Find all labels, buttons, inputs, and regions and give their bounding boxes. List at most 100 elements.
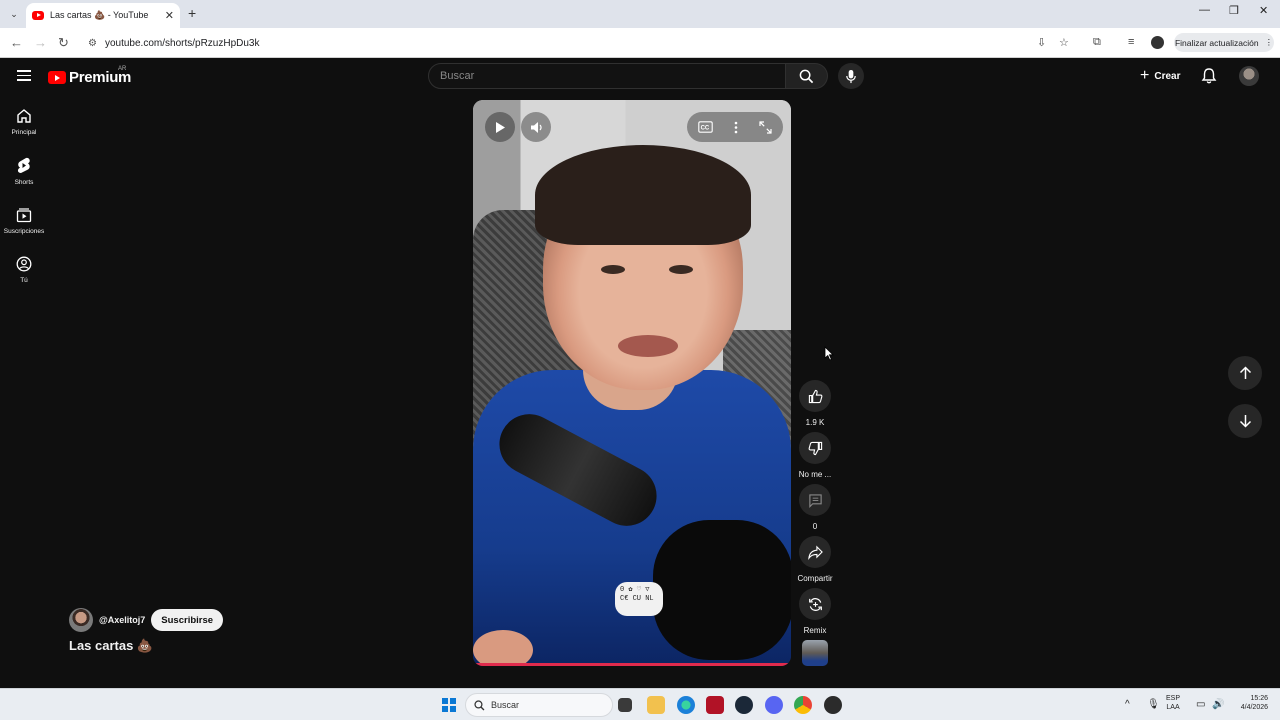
address-bar[interactable]: ⚙ youtube.com/shorts/pRzuzHpDu3k <box>82 32 1172 54</box>
window-close-icon[interactable]: ✕ <box>1259 4 1268 17</box>
profile-avatar[interactable] <box>1151 36 1164 49</box>
app-icon[interactable] <box>824 696 842 714</box>
update-label: Finalizar actualización <box>1174 37 1259 48</box>
remix-action[interactable]: Remix <box>798 588 832 635</box>
create-button[interactable]: + Crear <box>1134 65 1186 87</box>
sidebar-item-home[interactable]: Principal <box>0 108 48 136</box>
extensions-icon[interactable]: ⧉ <box>1093 36 1101 49</box>
network-icon[interactable]: ▭ <box>1196 698 1205 711</box>
voice-search-button[interactable] <box>838 63 864 89</box>
remix-button[interactable] <box>799 588 831 620</box>
show-hidden-icons-icon[interactable]: ^ <box>1125 698 1130 711</box>
finish-update-button[interactable]: Finalizar actualización ⋮ <box>1174 33 1274 52</box>
captions-icon[interactable]: CC <box>697 121 713 133</box>
sidebar-item-label: Suscripciones <box>3 228 45 235</box>
share-action[interactable]: Compartir <box>797 536 833 583</box>
clock[interactable]: 15:26 4/4/2026 <box>1232 694 1268 712</box>
file-explorer-icon[interactable] <box>647 696 665 714</box>
language-indicator[interactable]: ESP LAA <box>1166 694 1180 712</box>
like-button[interactable] <box>799 380 831 412</box>
comment-count: 0 <box>812 522 818 531</box>
thumbs-up-icon <box>808 389 822 403</box>
discord-icon[interactable] <box>765 696 783 714</box>
task-view-icon[interactable] <box>618 698 632 712</box>
audio-source-thumbnail[interactable] <box>802 640 828 666</box>
share-icon <box>807 545 823 560</box>
channel-avatar[interactable] <box>69 608 93 632</box>
subscribe-button[interactable]: Suscribirse <box>151 609 224 631</box>
share-button[interactable] <box>799 536 831 568</box>
edge-icon[interactable] <box>677 696 695 714</box>
youtube-favicon-icon <box>32 11 44 20</box>
account-avatar[interactable] <box>1239 66 1259 86</box>
site-info-icon[interactable]: ⚙ <box>88 38 97 49</box>
windows-start-icon[interactable] <box>440 696 458 714</box>
browser-tab-strip: ⌄ Las cartas 💩 - YouTube ✕ + — ❐ ✕ <box>0 0 1280 28</box>
video-title[interactable]: Las cartas 💩 <box>69 638 153 654</box>
sidebar-item-shorts[interactable]: Shorts <box>0 157 48 186</box>
search-input[interactable]: Buscar <box>428 63 786 89</box>
taskbar-search-label: Buscar <box>491 700 520 710</box>
fullscreen-icon[interactable] <box>759 120 772 134</box>
search-button[interactable] <box>786 63 828 89</box>
reading-list-icon[interactable]: ≡ <box>1128 36 1134 48</box>
create-label: Crear <box>1154 70 1181 82</box>
browser-tab[interactable]: Las cartas 💩 - YouTube ✕ <box>26 3 180 28</box>
video-progress-bar[interactable] <box>473 663 791 666</box>
country-code: AR <box>118 66 127 72</box>
minimize-icon[interactable]: — <box>1199 4 1210 16</box>
sidebar-item-subscriptions[interactable]: Suscripciones <box>0 207 48 235</box>
new-tab-icon[interactable]: + <box>188 5 196 21</box>
menu-icon[interactable] <box>17 70 31 81</box>
more-menu-icon[interactable]: ⋮ <box>1265 37 1274 48</box>
install-app-icon[interactable]: ⇩ <box>1037 36 1046 49</box>
volume-tray-icon[interactable]: 🔊 <box>1212 698 1224 711</box>
notifications-bell-icon[interactable] <box>1201 67 1217 89</box>
back-icon[interactable]: ← <box>10 35 23 50</box>
sidebar-item-label: Principal <box>11 129 37 136</box>
restore-icon[interactable]: ❐ <box>1229 4 1239 17</box>
bookmark-star-icon[interactable]: ☆ <box>1059 36 1069 49</box>
sidebar-item-label: Shorts <box>14 179 34 186</box>
language-code: ESP <box>1166 695 1181 702</box>
player-controls-group: CC <box>687 112 783 142</box>
shorts-icon <box>17 157 30 173</box>
remix-icon <box>808 597 822 611</box>
mouse-cursor-icon <box>824 346 834 361</box>
mute-button[interactable] <box>521 112 551 142</box>
youtube-logo[interactable]: Premium AR <box>48 66 131 86</box>
play-icon <box>496 121 505 133</box>
like-action[interactable]: 1.9 K <box>798 380 832 427</box>
video-mic-sticker: 0 ✿ ♡ ▽ C€ CU NL <box>615 582 663 616</box>
shorts-video-player[interactable]: 0 ✿ ♡ ▽ C€ CU NL CC <box>473 100 791 666</box>
reload-icon[interactable]: ↻ <box>58 35 69 51</box>
comments-button[interactable] <box>799 484 831 516</box>
previous-short-button[interactable] <box>1228 356 1262 390</box>
taskbar-search[interactable]: Buscar <box>465 693 613 717</box>
dislike-button[interactable] <box>799 432 831 464</box>
channel-handle[interactable]: @Axelitoj7 <box>99 615 145 625</box>
svg-text:CC: CC <box>700 125 709 131</box>
next-short-button[interactable] <box>1228 404 1262 438</box>
tab-search-dropdown-icon[interactable]: ⌄ <box>6 6 22 22</box>
acrobat-icon[interactable] <box>706 696 724 714</box>
comment-icon <box>808 493 822 508</box>
subscriptions-icon <box>16 208 32 223</box>
share-label: Compartir <box>797 574 833 583</box>
sidebar-item-you[interactable]: Tú <box>0 256 48 284</box>
video-person-eye <box>669 265 693 274</box>
remix-label: Remix <box>803 626 827 635</box>
youtube-play-icon <box>48 71 66 84</box>
steam-icon[interactable] <box>735 696 753 714</box>
play-button[interactable] <box>485 112 515 142</box>
microphone-tray-icon[interactable]: 🎙 <box>1147 698 1160 711</box>
forward-icon[interactable]: → <box>34 35 47 50</box>
tab-close-icon[interactable]: ✕ <box>165 9 174 22</box>
more-options-icon[interactable] <box>734 121 738 134</box>
chrome-icon[interactable] <box>794 696 812 714</box>
clock-time: 15:26 <box>1250 695 1268 702</box>
arrow-down-icon <box>1239 415 1251 428</box>
dislike-action[interactable]: No me ... <box>798 432 832 479</box>
comments-action[interactable]: 0 <box>798 484 832 531</box>
search-icon <box>799 69 814 83</box>
